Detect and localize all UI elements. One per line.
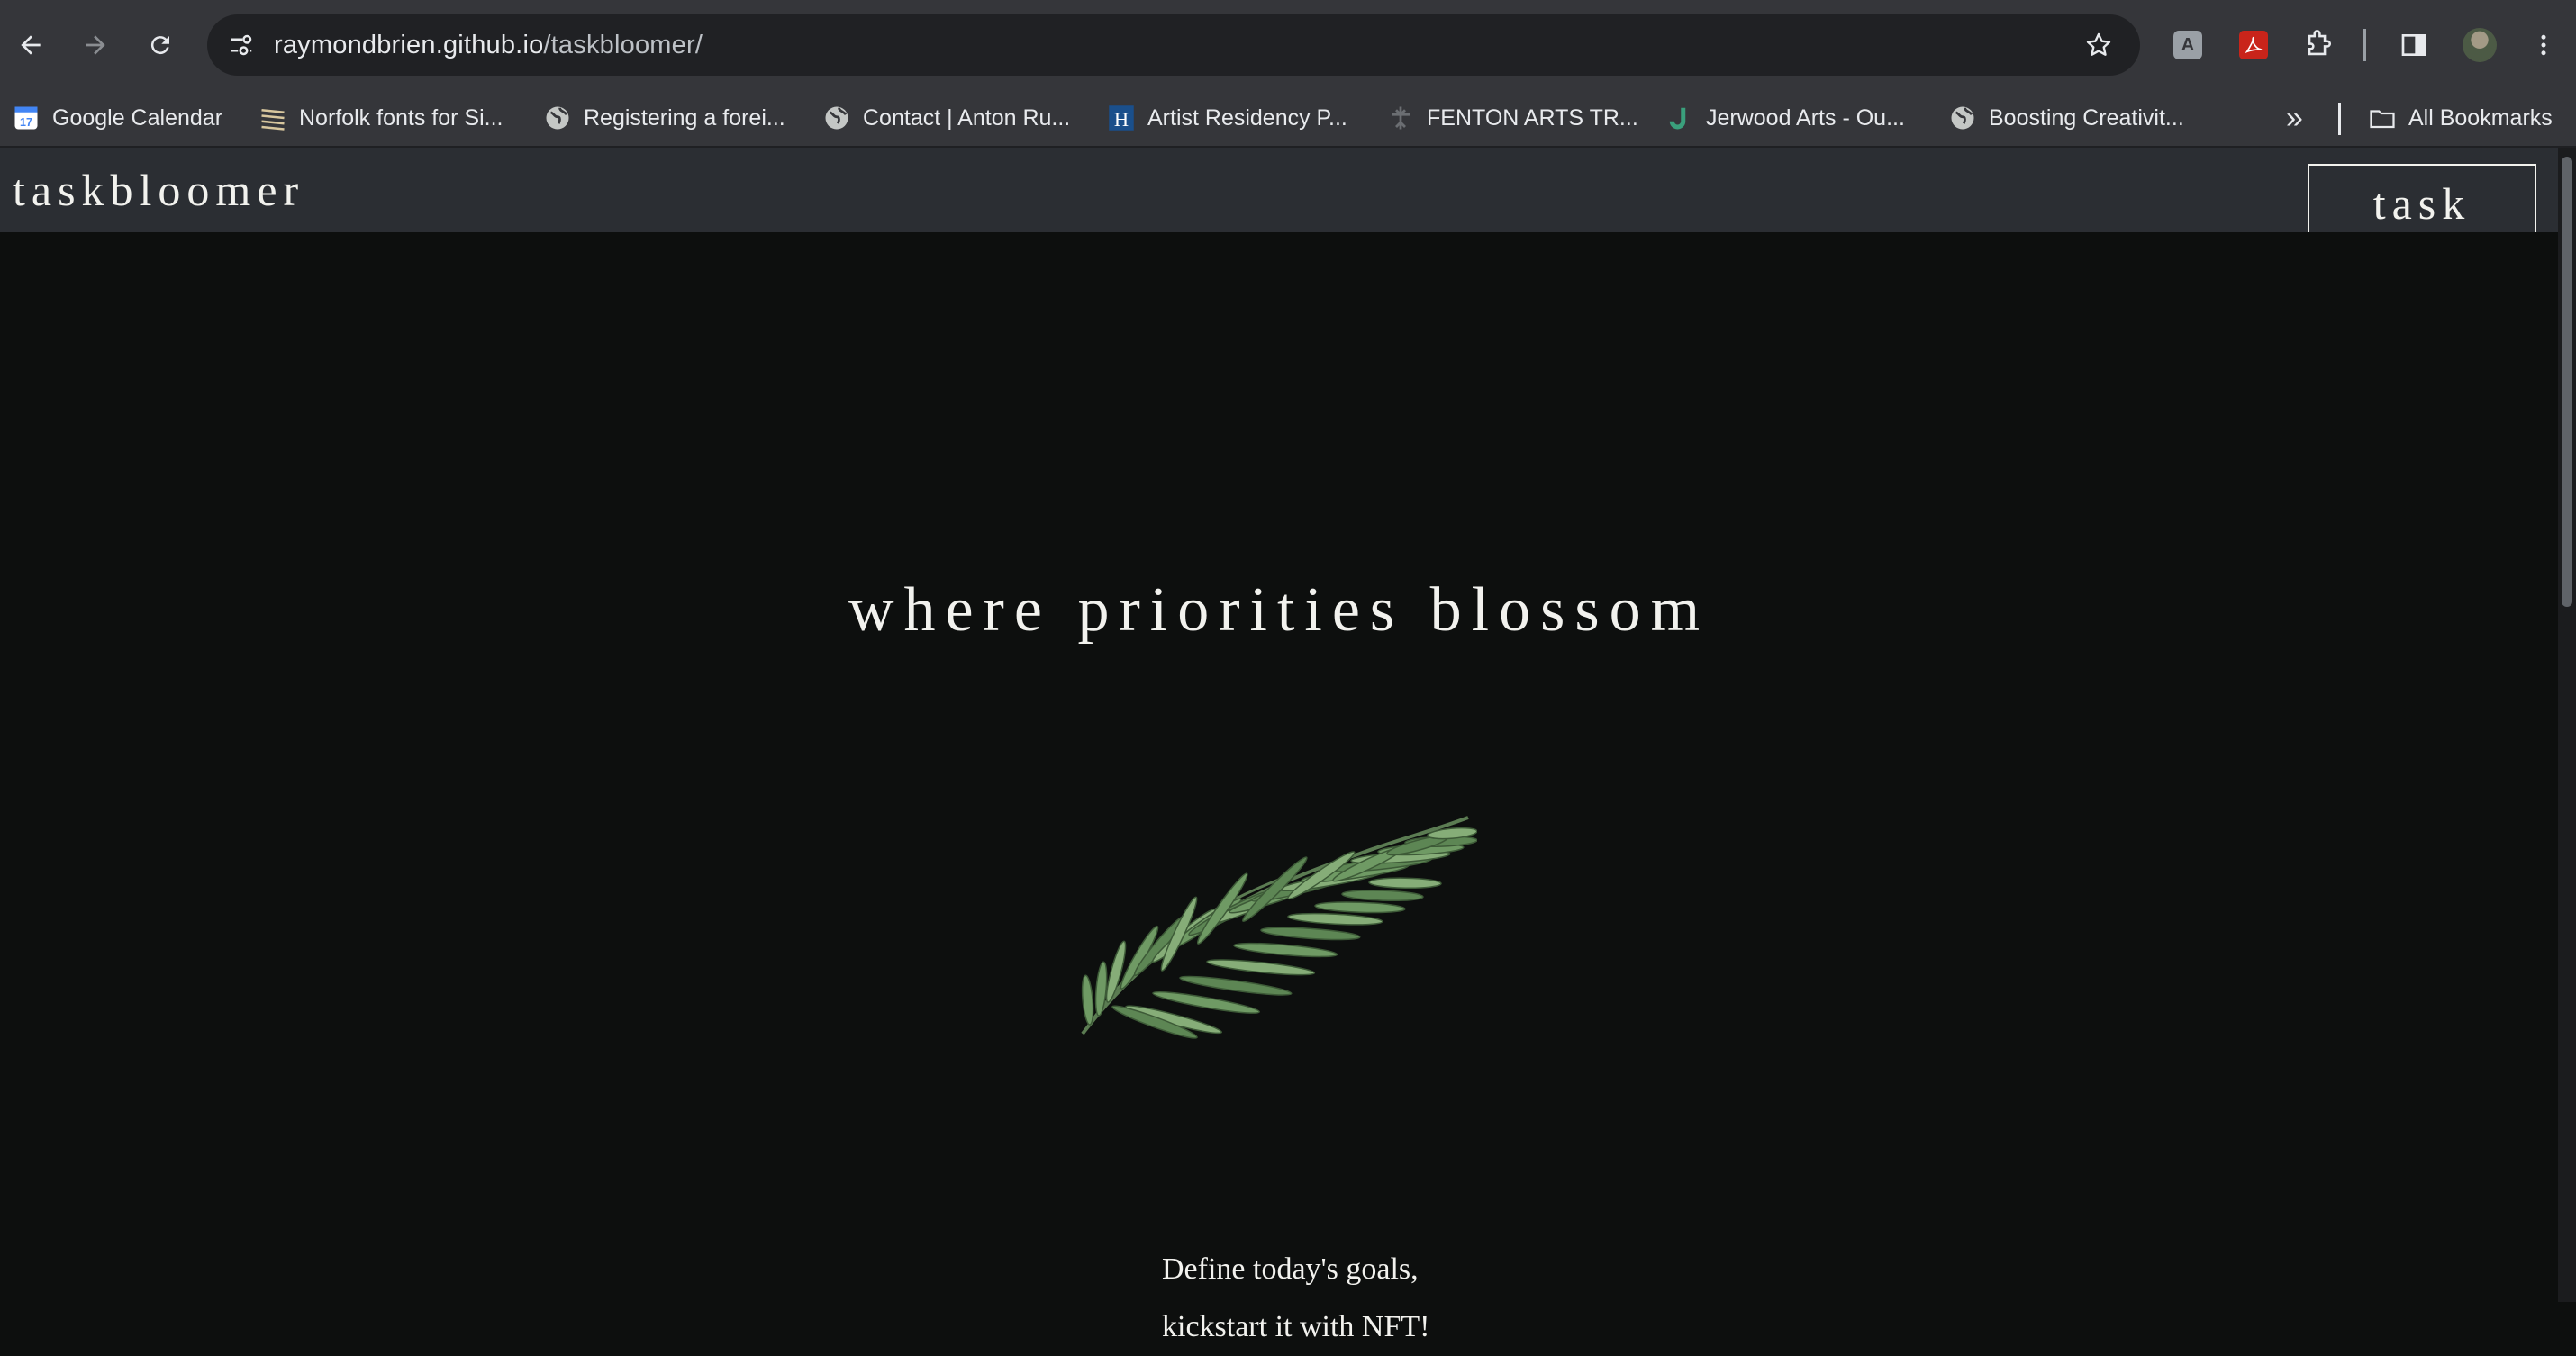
- rosemary-needle: [1260, 927, 1361, 941]
- svg-text:17: 17: [20, 116, 32, 129]
- site-brand[interactable]: taskbloomer: [13, 148, 304, 232]
- toolbar-divider: [2363, 29, 2366, 61]
- calendar-icon: 17: [13, 104, 40, 131]
- extensions-puzzle-icon[interactable]: [2297, 23, 2340, 67]
- rosemary-needle: [1314, 901, 1406, 914]
- extension-pdf-icon[interactable]: [2232, 23, 2275, 67]
- intro-line-2: kickstart it with NFT!: [1162, 1310, 1430, 1343]
- bookmark-label: Artist Residency P...: [1147, 104, 1347, 131]
- rosemary-sprig-illustration: [1081, 816, 1477, 1039]
- bookmark-contact-anton[interactable]: Contact | Anton Ru...: [823, 90, 1070, 146]
- bookmark-label: Registering a forei...: [584, 104, 785, 131]
- bookmark-label: Norfolk fonts for Si...: [299, 104, 503, 131]
- bookmark-label: Boosting Creativit...: [1989, 104, 2184, 131]
- all-bookmarks-button[interactable]: All Bookmarks: [2369, 90, 2553, 146]
- arrow-left-icon: [21, 35, 41, 55]
- bookmark-norfolk-fonts[interactable]: Norfolk fonts for Si...: [259, 90, 503, 146]
- hero-section: where priorities blossom Define today's …: [0, 232, 2558, 1343]
- bookmark-label: Google Calendar: [52, 104, 223, 131]
- back-button[interactable]: [5, 20, 56, 70]
- url-host: raymondbrien.github.io: [274, 31, 544, 59]
- chevron-double-right-icon: »: [2286, 100, 2303, 135]
- intro-line-1: Define today's goals,: [1162, 1252, 1419, 1286]
- arrow-right-icon: [86, 35, 105, 55]
- bookmark-registering[interactable]: Registering a forei...: [544, 90, 785, 146]
- rosemary-needle: [1233, 942, 1338, 958]
- url-path: /taskbloomer/: [543, 31, 703, 59]
- svg-text:H: H: [1114, 108, 1129, 131]
- reload-icon: [150, 36, 169, 55]
- globe-icon: [544, 104, 571, 131]
- hero-tagline: where priorities blossom: [848, 575, 1710, 645]
- rosemary-needle: [1341, 890, 1424, 902]
- bookmark-label: Contact | Anton Ru...: [863, 104, 1071, 131]
- rosemary-needle: [1081, 974, 1094, 1026]
- bookmarks-overflow-button[interactable]: »: [2286, 90, 2303, 146]
- bookmark-jerwood-arts[interactable]: Jerwood Arts - Ou...: [1666, 90, 1905, 146]
- bookmark-google-calendar[interactable]: 17 Google Calendar: [13, 90, 222, 146]
- bookmark-label: FENTON ARTS TR...: [1427, 104, 1638, 131]
- menu-kebab-icon[interactable]: [2522, 23, 2565, 67]
- globe-icon: [1949, 104, 1976, 131]
- reload-button[interactable]: [135, 20, 186, 70]
- forward-button[interactable]: [70, 20, 121, 70]
- site-info-icon[interactable]: [220, 23, 263, 67]
- profile-avatar[interactable]: [2458, 23, 2501, 67]
- folder-icon: [2369, 104, 2396, 131]
- stripes-icon: [259, 104, 286, 131]
- bookmark-label: Jerwood Arts - Ou...: [1706, 104, 1905, 131]
- rosemary-needle: [1206, 959, 1316, 976]
- side-panel-icon[interactable]: [2392, 23, 2435, 67]
- h-letter-icon: H: [1108, 104, 1135, 131]
- bookmark-artist-residency[interactable]: H Artist Residency P...: [1108, 90, 1347, 146]
- intro-text: Define today's goals, kickstart it with …: [1162, 1241, 1522, 1356]
- site-header: taskbloomer task page: [0, 148, 2558, 297]
- j-letter-icon: [1666, 104, 1693, 131]
- browser-toolbar: raymondbrien.github.io/taskbloomer/ A: [0, 0, 2576, 90]
- bookmarks-divider: [2338, 103, 2341, 135]
- url-text[interactable]: raymondbrien.github.io/taskbloomer/: [274, 14, 703, 76]
- rosemary-needle: [1368, 877, 1442, 889]
- all-bookmarks-label: All Bookmarks: [2408, 104, 2553, 131]
- bookmark-fenton-arts[interactable]: FENTON ARTS TR...: [1387, 90, 1638, 146]
- bookmark-star-icon[interactable]: [2077, 23, 2120, 67]
- extension-translate-icon[interactable]: A: [2166, 23, 2209, 67]
- cross-icon: [1387, 104, 1414, 131]
- rosemary-needle: [1094, 961, 1108, 1017]
- globe-icon: [823, 104, 850, 131]
- task-page-link[interactable]: task page: [2308, 164, 2536, 297]
- rosemary-needle: [1287, 912, 1383, 926]
- bookmarks-bar: 17 Google Calendar Norfolk fonts for Si.…: [0, 90, 2576, 148]
- scrollbar-thumb[interactable]: [2562, 157, 2572, 607]
- rosemary-needle: [1179, 975, 1293, 996]
- address-bar[interactable]: raymondbrien.github.io/taskbloomer/: [207, 14, 2140, 76]
- bookmark-boosting-creativity[interactable]: Boosting Creativit...: [1949, 90, 2184, 146]
- page-scrollbar[interactable]: [2558, 148, 2576, 1302]
